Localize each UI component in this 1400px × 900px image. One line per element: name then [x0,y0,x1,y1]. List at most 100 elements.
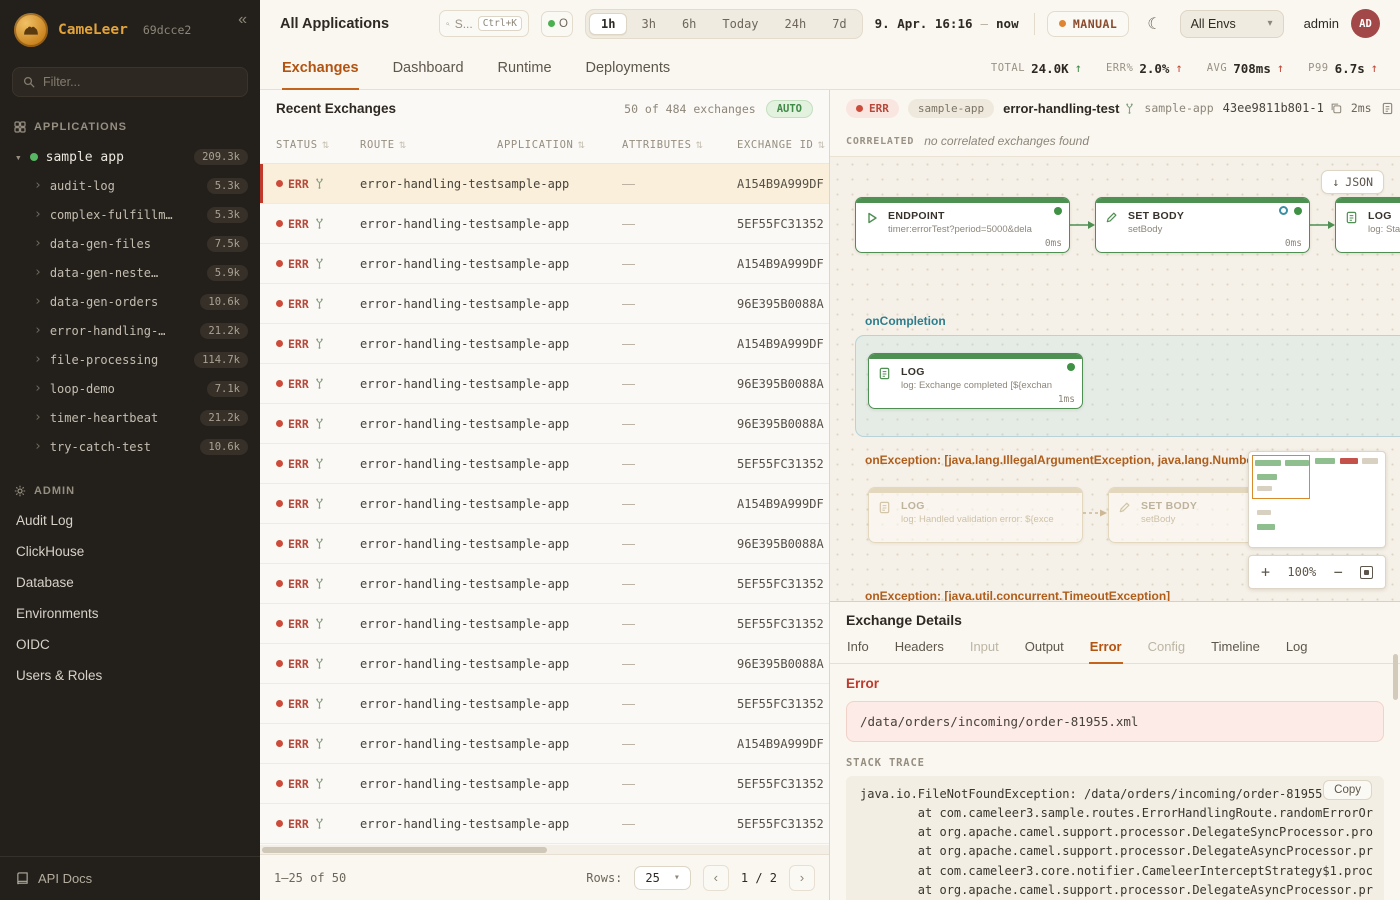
avatar[interactable]: AD [1351,9,1380,38]
table-row[interactable]: ERR error-handling-test sample-app — 5EF… [260,604,829,644]
copy-icon[interactable] [1330,102,1342,114]
sidebar-route-item[interactable]: › file-processing 114.7k [0,345,260,374]
sort-icon: ⇅ [399,140,407,151]
document-icon[interactable] [1381,102,1394,115]
column-header[interactable]: ROUTE ⇅ [360,139,497,151]
main-tab[interactable]: Deployments [586,47,671,90]
detail-tab[interactable]: Config [1147,635,1187,664]
time-range-button[interactable]: 6h [670,13,708,35]
table-row[interactable]: ERR error-handling-test sample-app — 5EF… [260,764,829,804]
sidebar-admin-item[interactable]: OIDC [0,629,260,660]
detail-tab[interactable]: Timeline [1210,635,1261,664]
oncompletion-label[interactable]: onCompletion [865,314,946,328]
time-range-button[interactable]: 7d [820,13,858,35]
sidebar-route-item[interactable]: › error-handling-… 21.2k [0,316,260,345]
detail-tab[interactable]: Error [1089,635,1123,664]
sidebar-admin-item[interactable]: ClickHouse [0,536,260,567]
time-range-button[interactable]: 3h [629,13,667,35]
diagram-node-completion-log[interactable]: LOGlog: Exchange completed [${exchan 1ms [868,353,1083,409]
download-json-button[interactable]: ↓ JSON [1321,170,1384,194]
main-tab[interactable]: Dashboard [393,47,464,90]
scrollbar-thumb[interactable] [262,847,547,853]
onexception-label-2[interactable]: onException: [java.util.concurrent.Timeo… [865,589,1170,601]
onexception-label-1[interactable]: onException: [java.lang.IllegalArgumentE… [865,453,1288,467]
table-row[interactable]: ERR error-handling-test sample-app — A15… [260,724,829,764]
table-row[interactable]: ERR error-handling-test sample-app — 96E… [260,644,829,684]
table-row[interactable]: ERR error-handling-test sample-app — A15… [260,324,829,364]
fit-view-button[interactable] [1360,566,1373,579]
chevron-down-icon[interactable]: ▾ [15,151,22,164]
rows-per-page-select[interactable]: 25 ▾ [634,866,690,890]
route-fork-icon [1124,103,1135,114]
time-range-button[interactable]: 1h [589,13,627,35]
live-toggle[interactable]: O [541,11,573,37]
sidebar-route-item[interactable]: › try-catch-test 10.6k [0,432,260,461]
sidebar-route-item[interactable]: › loop-demo 7.1k [0,374,260,403]
detail-tab[interactable]: Output [1024,635,1065,664]
table-row[interactable]: ERR error-handling-test sample-app — 5EF… [260,444,829,484]
detail-tab[interactable]: Input [969,635,1000,664]
column-header[interactable]: ATTRIBUTES ⇅ [622,139,737,151]
detail-tab[interactable]: Info [846,635,870,664]
diagram-node-exception-log[interactable]: LOGlog: Handled validation error: ${exce [868,487,1083,543]
diagram-node-endpoint[interactable]: ENDPOINTtimer:errorTest?period=5000&dela… [855,197,1070,253]
time-range-button[interactable]: 24h [773,13,819,35]
route-cell: error-handling-test [360,297,497,311]
table-row[interactable]: ERR error-handling-test sample-app — 96E… [260,364,829,404]
sidebar-route-item[interactable]: › data-gen-neste… 5.9k [0,258,260,287]
auto-refresh-badge[interactable]: AUTO [766,100,813,118]
sidebar-route-item[interactable]: › data-gen-orders 10.6k [0,287,260,316]
exchange-id-cell: 96E395B0088A [737,417,829,431]
table-row[interactable]: ERR error-handling-test sample-app — A15… [260,164,829,204]
route-diagram-canvas[interactable]: ↓ JSON ENDPOINTtimer:errorTest?period=50… [830,156,1400,601]
vertical-scrollbar-thumb[interactable] [1393,654,1398,700]
diagram-node-log[interactable]: LOGlog: Sta [1335,197,1400,253]
table-row[interactable]: ERR error-handling-test sample-app — 5EF… [260,684,829,724]
copy-button[interactable]: Copy [1323,780,1372,800]
time-range-button[interactable]: Today [710,13,770,35]
table-row[interactable]: ERR error-handling-test sample-app — 96E… [260,284,829,324]
sidebar-admin-item[interactable]: Users & Roles [0,660,260,691]
sidebar-filter-input[interactable]: Filter... [12,67,248,97]
search-input[interactable]: S... Ctrl+K [439,10,529,37]
exchange-duration: 2ms [1351,101,1372,115]
table-row[interactable]: ERR error-handling-test sample-app — 96E… [260,404,829,444]
route-name-link[interactable]: error-handling-test [1003,101,1135,116]
table-row[interactable]: ERR error-handling-test sample-app — 96E… [260,524,829,564]
sidebar-item-sample-app[interactable]: ▾ sample app 209.3k [0,143,260,171]
api-docs-link[interactable]: API Docs [0,856,260,900]
zoom-out-button[interactable]: − [1334,563,1343,581]
table-row[interactable]: ERR error-handling-test sample-app — A15… [260,244,829,284]
main-tab[interactable]: Runtime [498,47,552,90]
sidebar-admin-item[interactable]: Environments [0,598,260,629]
main-tab[interactable]: Exchanges [282,47,359,90]
column-header[interactable]: EXCHANGE ID ⇅ [737,139,829,151]
minimap[interactable] [1248,451,1386,548]
environment-select[interactable]: All Envs ▾ [1180,10,1284,38]
sidebar-route-item[interactable]: › data-gen-files 7.5k [0,229,260,258]
table-row[interactable]: ERR error-handling-test sample-app — 5EF… [260,204,829,244]
sidebar-admin-item[interactable]: Audit Log [0,505,260,536]
table-row[interactable]: ERR error-handling-test sample-app — 5EF… [260,564,829,604]
sidebar-route-item[interactable]: › complex-fulfillm… 5.3k [0,200,260,229]
table-row[interactable]: ERR error-handling-test sample-app — 5EF… [260,804,829,844]
sidebar-route-item[interactable]: › audit-log 5.3k [0,171,260,200]
prev-page-button[interactable]: ‹ [703,865,729,891]
exchange-id-cell: 96E395B0088A [737,377,829,391]
zoom-in-button[interactable]: + [1261,563,1270,581]
column-header[interactable]: APPLICATION ⇅ [497,139,622,151]
column-header[interactable]: STATUS ⇅ [276,139,360,151]
detail-tab[interactable]: Headers [894,635,945,664]
sidebar-route-item[interactable]: › timer-heartbeat 21.2k [0,403,260,432]
horizontal-scrollbar[interactable] [260,845,829,854]
manual-refresh-button[interactable]: MANUAL [1047,11,1129,37]
sidebar-collapse-icon[interactable]: « [238,11,247,29]
next-page-button[interactable]: › [789,865,815,891]
sidebar-admin-item[interactable]: Database [0,567,260,598]
detail-tab[interactable]: Log [1285,635,1309,664]
route-fork-icon [314,498,325,509]
dark-mode-toggle[interactable]: ☾ [1141,12,1167,36]
diagram-node-setbody[interactable]: SET BODYsetBody 0ms [1095,197,1310,253]
date-range[interactable]: 9. Apr. 16:16 — now [875,16,1019,31]
table-row[interactable]: ERR error-handling-test sample-app — A15… [260,484,829,524]
